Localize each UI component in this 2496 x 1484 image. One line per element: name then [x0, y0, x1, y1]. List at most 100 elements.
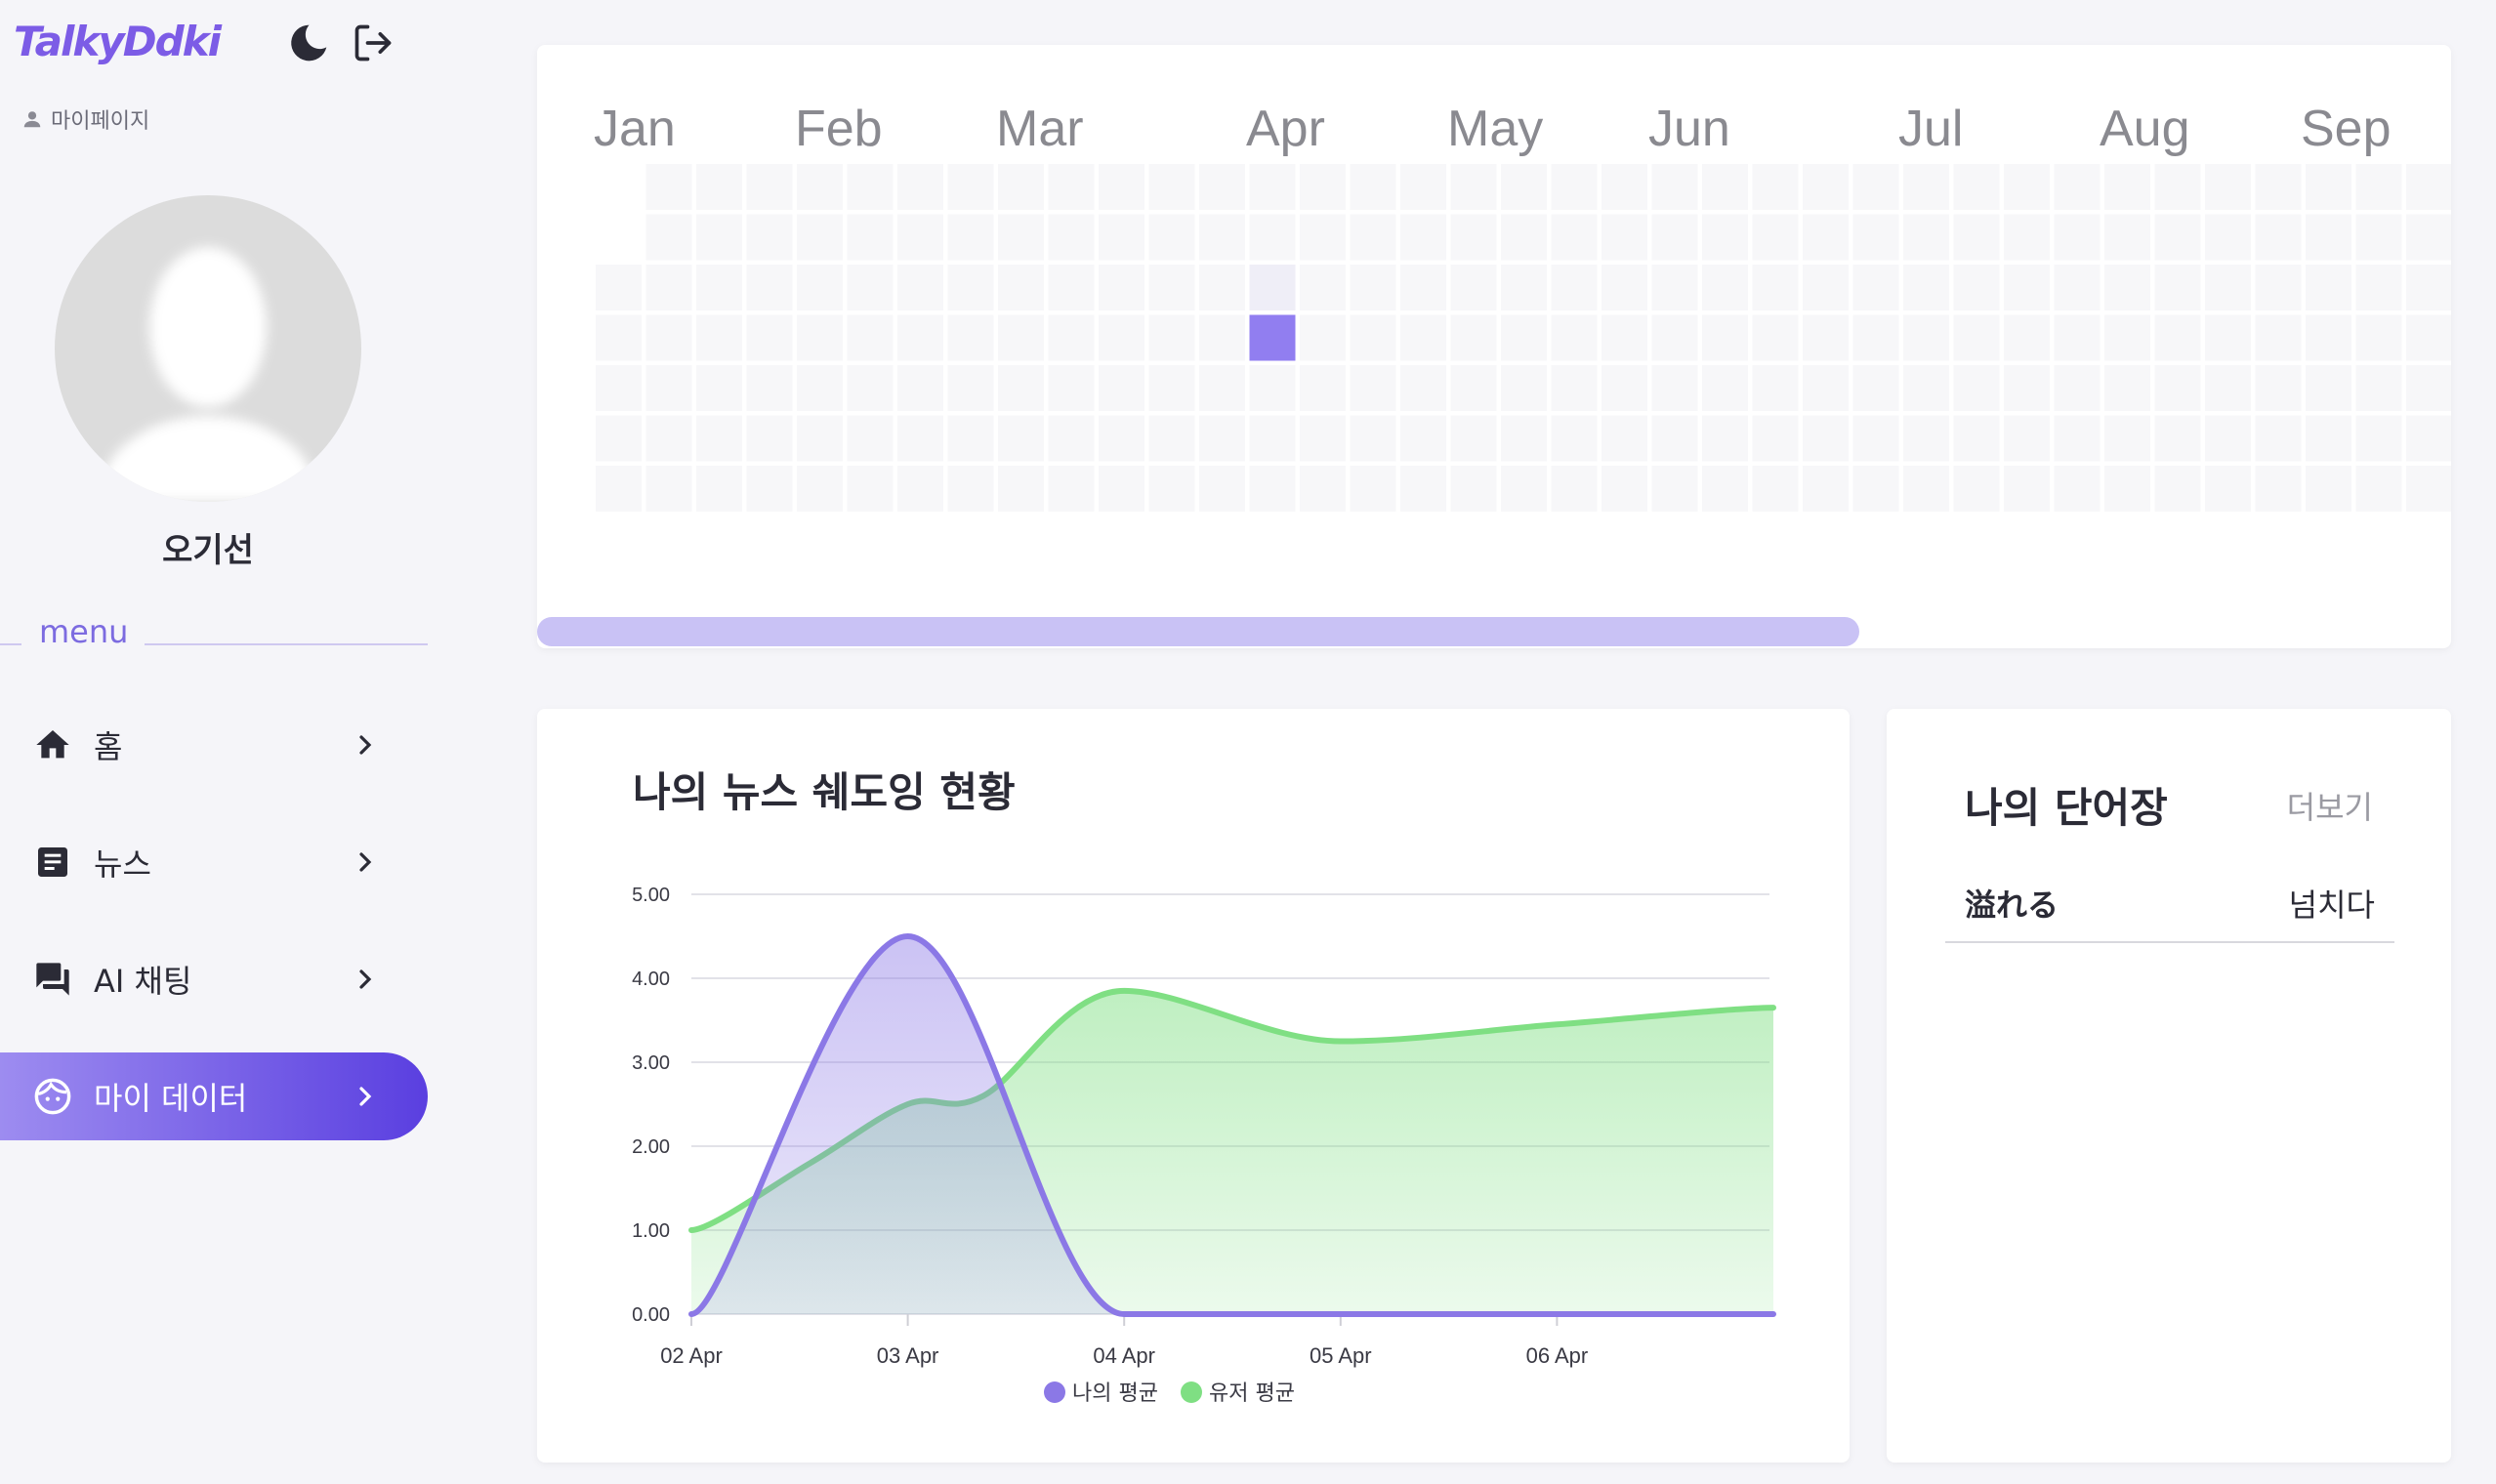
heatmap-cell: [2406, 466, 2451, 512]
nav-item-news[interactable]: 뉴스: [0, 818, 428, 906]
heatmap-cell: [1249, 365, 1296, 411]
heatmap-cell: [2004, 365, 2050, 411]
heatmap-cell: [1350, 415, 1396, 462]
heatmap-cell: [1903, 466, 1949, 512]
heatmap-cell: [1702, 466, 1748, 512]
heatmap-cell: [1400, 466, 1446, 512]
heatmap-cell: [847, 314, 894, 361]
heatmap-cell: [645, 466, 692, 512]
heatmap-cell: [1651, 265, 1698, 310]
heatmap-cell: [998, 415, 1044, 462]
heatmap-month-label: Jan: [594, 101, 676, 157]
y-tick-label: 5.00: [632, 885, 670, 906]
heatmap-cell: [847, 265, 894, 310]
heatmap-cell: [1602, 365, 1647, 411]
nav-item-my-data[interactable]: 마이 데이터: [0, 1052, 428, 1140]
heatmap-cell: [1602, 466, 1647, 512]
heatmap-cell: [797, 265, 843, 310]
heatmap-cell: [2306, 466, 2351, 512]
heatmap-cell: [1300, 365, 1346, 411]
heatmap-cell: [1350, 214, 1396, 261]
vocab-title: 나의 단어장: [1965, 784, 2168, 832]
heatmap-cell: [1450, 265, 1497, 310]
heatmap-cell: [1953, 466, 2000, 512]
heatmap-cell: [998, 214, 1044, 261]
heatmap-cell: [645, 314, 692, 361]
heatmap-cell: [897, 214, 943, 261]
heatmap-cell: [797, 214, 843, 261]
heatmap-cell: [1048, 164, 1095, 210]
logout-icon[interactable]: [350, 20, 396, 66]
mypage-link[interactable]: 마이페이지: [21, 103, 149, 135]
heatmap-cell: [1602, 164, 1647, 210]
heatmap-cell: [1803, 265, 1849, 310]
heatmap-cell: [1099, 365, 1144, 411]
heatmap-cell: [947, 265, 994, 310]
heatmap-cell: [1501, 415, 1547, 462]
heatmap-cell: [2205, 265, 2251, 310]
legend-label: 나의 평균: [1072, 1381, 1158, 1406]
app-logo[interactable]: TalkyDdki: [14, 18, 222, 65]
heatmap-cell: [897, 415, 943, 462]
heatmap-cell: [2205, 214, 2251, 261]
heatmap-cell: [1551, 265, 1598, 310]
heatmap-cell: [1199, 265, 1245, 310]
vocab-card: 나의 단어장 더보기 溢れる 넘치다: [1887, 709, 2451, 1463]
menu-divider-right: [145, 643, 428, 645]
nav-item-ai-chat[interactable]: AI 채팅: [0, 935, 428, 1023]
heatmap-cell: [1803, 466, 1849, 512]
heatmap-cell: [1903, 214, 1949, 261]
heatmap-cell: [1903, 164, 1949, 210]
heatmap-cell: [1249, 265, 1296, 310]
heatmap-cell: [797, 365, 843, 411]
heatmap-cell: [847, 164, 894, 210]
heatmap-cell: [2355, 164, 2402, 210]
y-tick-label: 0.00: [632, 1304, 670, 1326]
heatmap-scrollbar[interactable]: [537, 617, 1859, 646]
heatmap-cell: [1450, 164, 1497, 210]
heatmap-cell: [847, 466, 894, 512]
heatmap-cell: [797, 415, 843, 462]
vocab-row[interactable]: 溢れる 넘치다: [1945, 865, 2394, 943]
heatmap-month-label: Jul: [1898, 101, 1964, 157]
heatmap-cell: [1300, 415, 1346, 462]
heatmap-cell: [2306, 314, 2351, 361]
heatmap-cell: [1651, 365, 1698, 411]
heatmap-cell: [645, 214, 692, 261]
heatmap-cell: [1602, 265, 1647, 310]
shadowing-area-chart: 0.00 1.00 2.00 3.00 4.00 5.00 02 Apr 03 Apr 04 A…: [632, 885, 1776, 1406]
heatmap-cell: [1400, 265, 1446, 310]
heatmap-cell: [1551, 365, 1598, 411]
heatmap-cell: [1148, 314, 1195, 361]
heatmap-cell: [1048, 365, 1095, 411]
y-tick-label: 3.00: [632, 1052, 670, 1074]
heatmap-month-label: May: [1447, 101, 1544, 157]
heatmap-cell: [797, 314, 843, 361]
heatmap-cell: [1953, 265, 2000, 310]
heatmap-cell: [1501, 365, 1547, 411]
heatmap-cell: [1450, 466, 1497, 512]
heatmap-cell: [2154, 365, 2201, 411]
heatmap-cell: [947, 164, 994, 210]
heatmap-cell: [1450, 214, 1497, 261]
heatmap-cell: [1199, 314, 1245, 361]
heatmap-cell: [2355, 415, 2402, 462]
heatmap-cell: [2054, 415, 2101, 462]
heatmap-cell: [746, 415, 793, 462]
heatmap-cell: [1752, 214, 1799, 261]
vocab-more-link[interactable]: 더보기: [2287, 783, 2373, 828]
heatmap-cell: [897, 466, 943, 512]
nav-item-label: 홈: [94, 728, 123, 765]
nav-item-home[interactable]: 홈: [0, 701, 428, 789]
heatmap-cell: [2306, 164, 2351, 210]
chevron-right-icon: [346, 725, 385, 764]
heatmap-cell: [2255, 314, 2302, 361]
heatmap-cell: [1852, 466, 1899, 512]
heatmap-cell: [1852, 365, 1899, 411]
sidebar: TalkyDdki 마이페이지 오기선 menu 홈 뉴스 AI 채팅 마이 데…: [0, 0, 430, 1484]
heatmap-cell: [1953, 164, 2000, 210]
dark-mode-toggle-icon[interactable]: [285, 20, 332, 66]
heatmap-month-label: Jun: [1648, 101, 1730, 157]
heatmap-cell: [596, 466, 642, 512]
vocab-meaning: 넘치다: [2288, 886, 2375, 924]
